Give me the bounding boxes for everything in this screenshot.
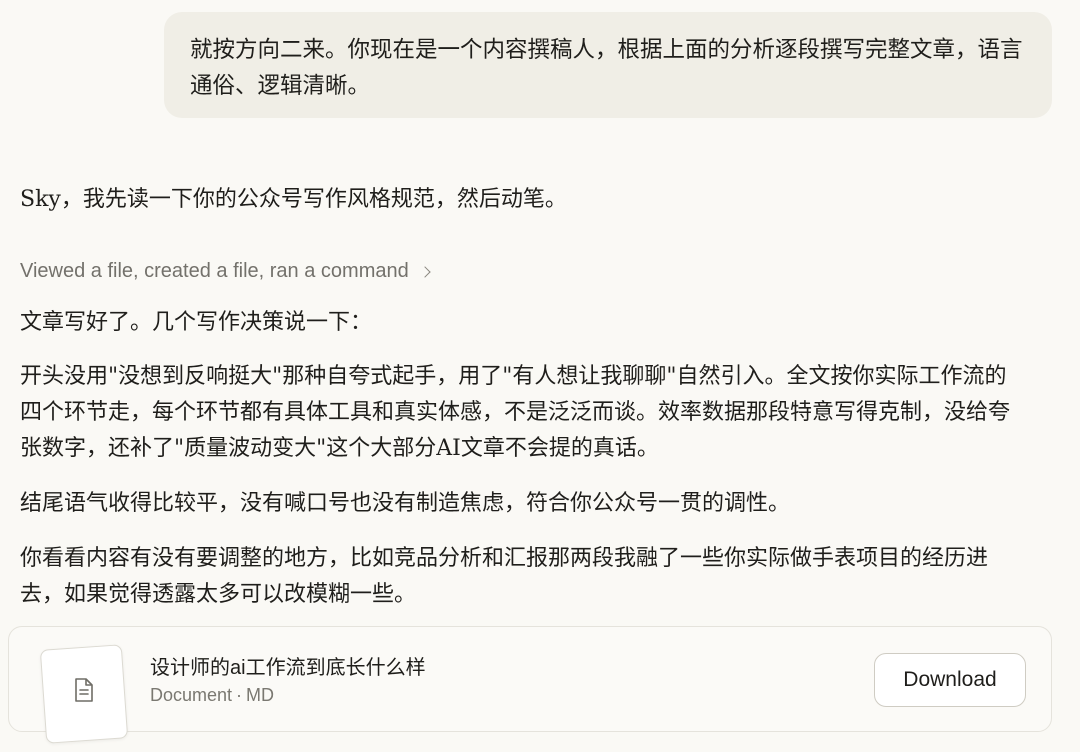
download-button[interactable]: Download [874, 653, 1026, 707]
file-meta-separator: · [236, 685, 243, 705]
chevron-right-icon [419, 265, 431, 278]
assistant-paragraph: 结尾语气收得比较平，没有喊口号也没有制造焦虑，符合你公众号一贯的调性。 [20, 491, 791, 516]
file-attachment-card[interactable]: 设计师的ai工作流到底长什么样 Document · MD Download [8, 626, 1052, 744]
tool-summary-label: Viewed a file, created a file, ran a com… [20, 259, 409, 282]
user-message-bubble: 就按方向二来。你现在是一个内容撰稿人，根据上面的分析逐段撰写完整文章，语言通俗、… [164, 12, 1052, 118]
assistant-paragraph: 开头没用"没想到反响挺大"那种自夸式起手，用了"有人想让我聊聊"自然引入。全文按… [20, 364, 1011, 461]
file-title: 设计师的ai工作流到底长什么样 [150, 657, 426, 679]
assistant-paragraph: 你看看内容有没有要调整的地方，比如竞品分析和汇报那两段我融了一些你实际做手表项目… [20, 546, 989, 607]
assistant-paragraph: 文章写好了。几个写作决策说一下： [20, 310, 373, 335]
document-icon [75, 678, 93, 702]
file-type: Document [150, 685, 233, 705]
file-meta: Document · MD [150, 685, 274, 706]
user-message-text: 就按方向二来。你现在是一个内容撰稿人，根据上面的分析逐段撰写完整文章，语言通俗、… [190, 37, 1023, 98]
file-format: MD [246, 685, 275, 705]
tool-summary-toggle[interactable]: Viewed a file, created a file, ran a com… [20, 256, 431, 286]
assistant-intro-text: Sky，我先读一下你的公众号写作风格规范，然后动笔。 [20, 187, 567, 212]
